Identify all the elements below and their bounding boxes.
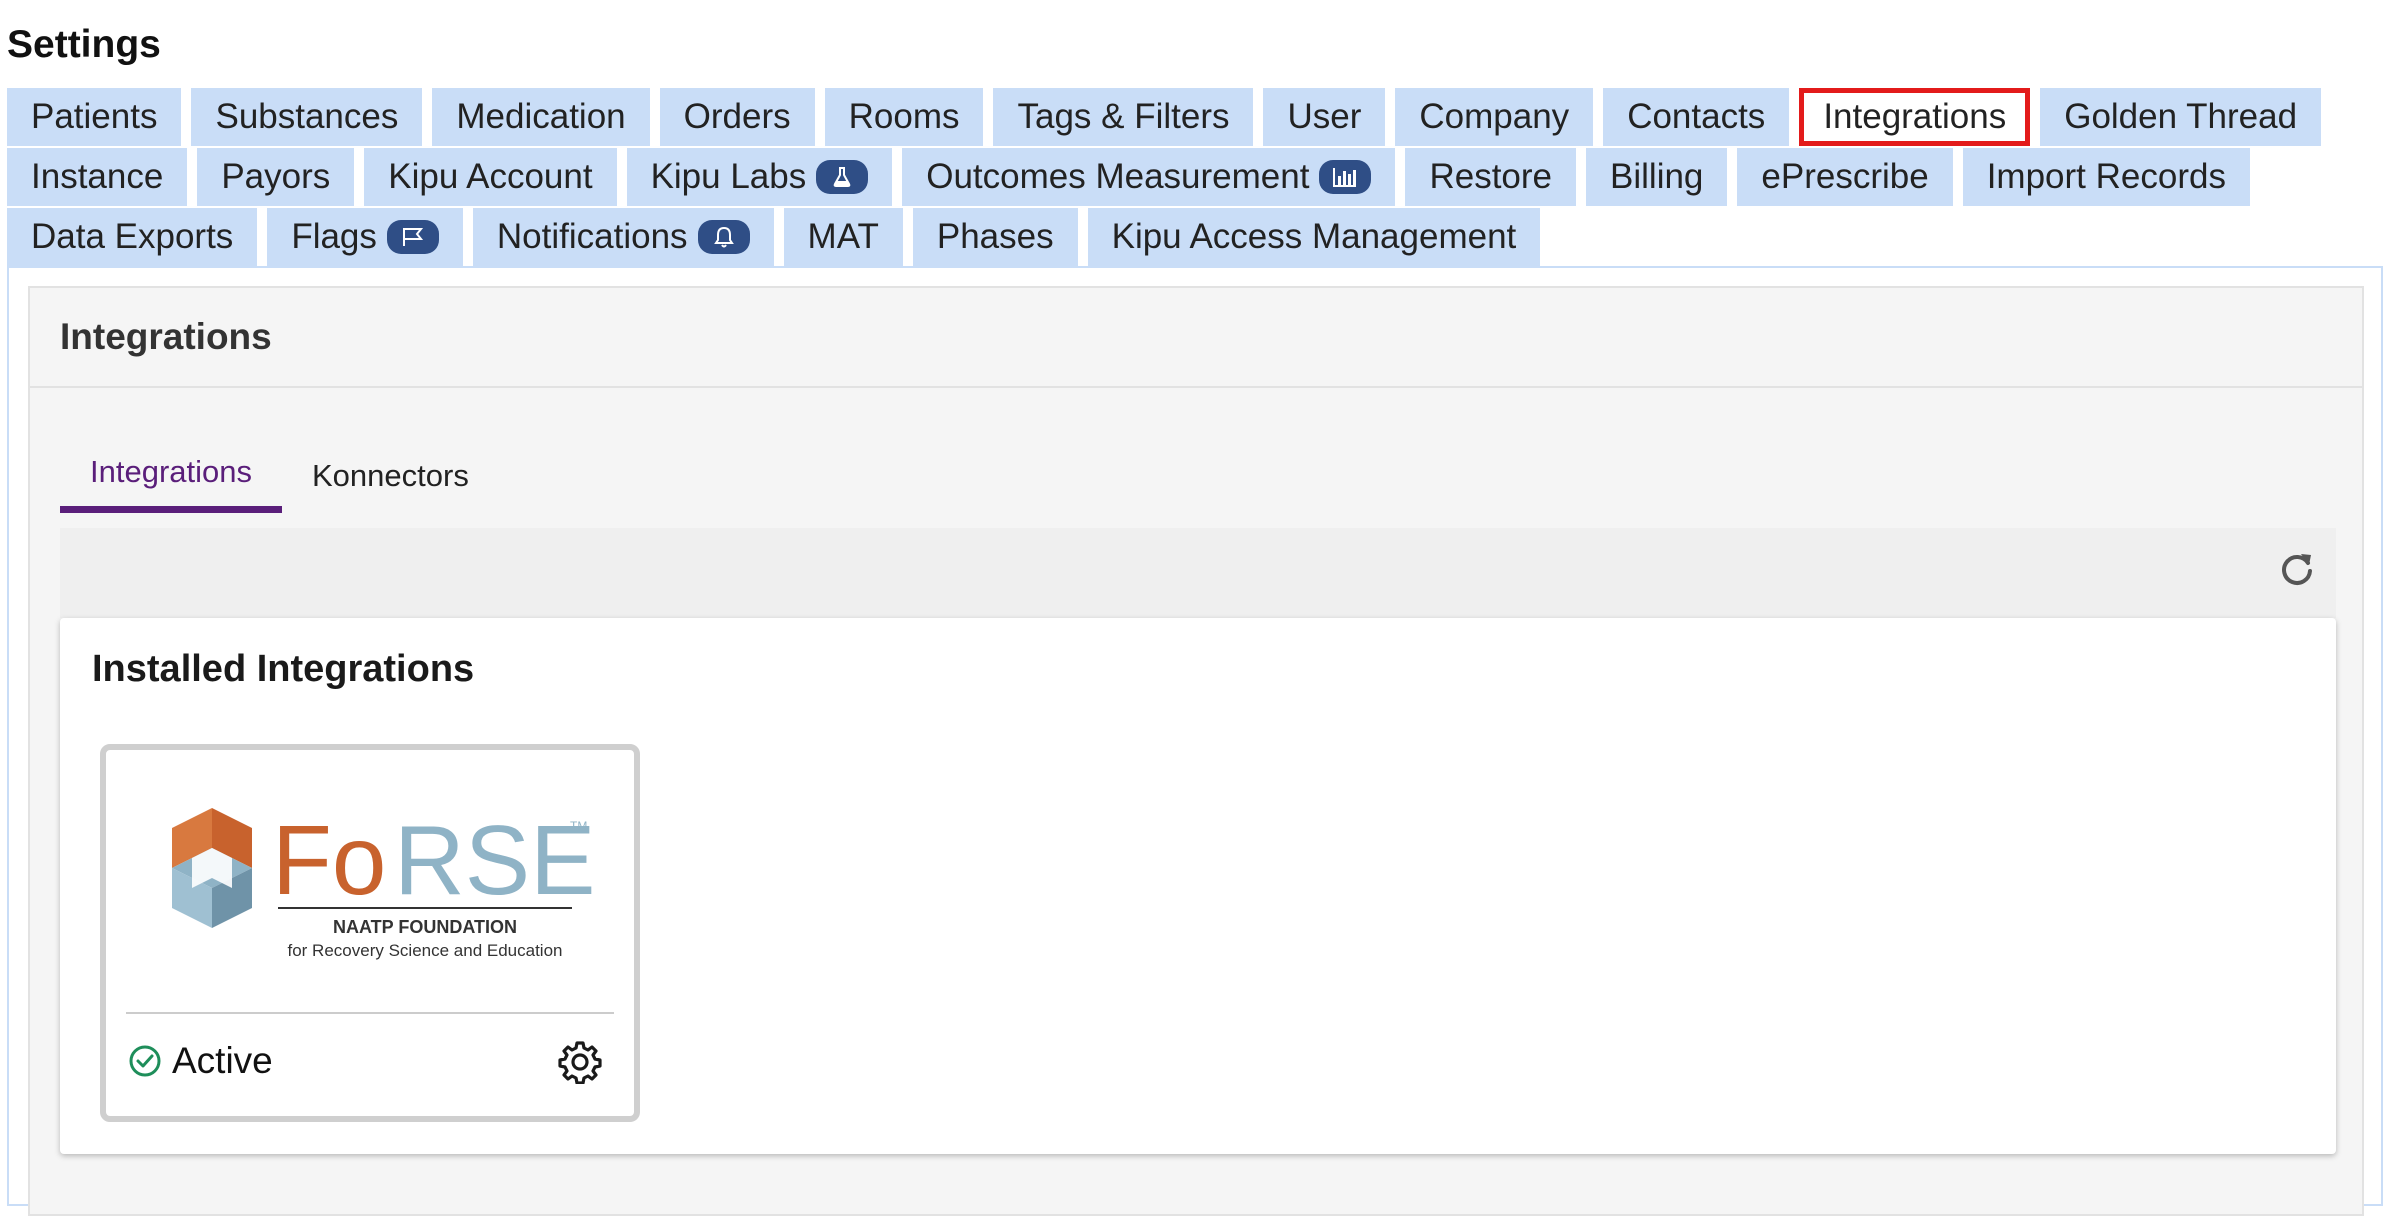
tab-user[interactable]: User [1263,88,1386,146]
logo-wordmark-rse: RSE [394,805,592,915]
tab-label: Company [1419,97,1570,136]
tab-label: Kipu Account [388,157,593,196]
forse-logo: Fo RSE TM NAATP FOUNDATION for Recovery … [172,805,592,960]
tab-rooms[interactable]: Rooms [824,88,984,146]
bell-icon [697,220,750,254]
tab-label: Kipu Access Management [1111,217,1517,256]
tab-import-records[interactable]: Import Records [1962,148,2250,206]
tab-mat[interactable]: MAT [783,208,903,266]
settings-tabs: Patients Substances Medication Orders Ro… [7,88,2387,268]
integrations-toolbar [60,528,2336,618]
panel-body: Integrations Konnectors Installed Integr… [30,388,2362,1214]
tab-label: Data Exports [31,217,234,256]
tab-patients[interactable]: Patients [7,88,182,146]
tab-outcomes-measurement[interactable]: Outcomes Measurement [902,148,1396,206]
flask-icon [816,160,869,194]
logo-wordmark-fo: Fo [272,805,386,915]
logo-org: NAATP FOUNDATION [333,917,517,937]
tab-label: Import Records [1986,157,2226,196]
installed-integrations-card: Installed Integrations Fo RSE TM NAATP F… [60,618,2336,1154]
tab-label: Medication [456,97,626,136]
subtab-label: Integrations [90,454,252,489]
tab-label: ePrescribe [1761,157,1929,196]
installed-integrations-title: Installed Integrations [92,648,475,690]
tab-label: Payors [221,157,331,196]
tab-company[interactable]: Company [1395,88,1594,146]
tab-label: Billing [1610,157,1704,196]
tab-kipu-access-management[interactable]: Kipu Access Management [1087,208,1541,266]
status-text: Active [172,1040,273,1081]
tab-golden-thread[interactable]: Golden Thread [2040,88,2322,146]
tab-instance[interactable]: Instance [7,148,188,206]
tab-label: Flags [291,217,377,256]
tab-label: Golden Thread [2064,97,2298,136]
tab-label: Notifications [496,217,688,256]
tab-label: Contacts [1627,97,1766,136]
tab-payors[interactable]: Payors [197,148,355,206]
tab-orders[interactable]: Orders [659,88,815,146]
tab-billing[interactable]: Billing [1586,148,1728,206]
gear-icon[interactable] [558,1040,602,1084]
logo-tm: TM [570,819,587,833]
tab-row-2: Instance Payors Kipu Account Kipu Labs O… [7,148,2387,206]
flag-icon [386,220,439,254]
bar-chart-icon [1319,160,1372,194]
tab-row-3: Data Exports Flags Notifications MAT Pha… [7,208,2387,266]
logo-tagline: for Recovery Science and Education [288,941,563,960]
tab-data-exports[interactable]: Data Exports [7,208,258,266]
tab-flags[interactable]: Flags [267,208,463,266]
panel-title: Integrations [60,316,272,357]
tab-substances[interactable]: Substances [191,88,423,146]
tab-label: User [1287,97,1362,136]
subtabs: Integrations Konnectors [60,438,499,518]
integrations-panel: Integrations Integrations Konnectors Ins… [28,286,2364,1216]
panel-header: Integrations [30,288,2362,388]
tab-notifications[interactable]: Notifications [472,208,774,266]
tab-integrations[interactable]: Integrations [1799,88,2031,146]
subtab-integrations[interactable]: Integrations [60,438,282,513]
tab-kipu-account[interactable]: Kipu Account [364,148,617,206]
tab-row-1: Patients Substances Medication Orders Ro… [7,88,2387,146]
tab-kipu-labs[interactable]: Kipu Labs [626,148,893,206]
tab-content-frame: Integrations Integrations Konnectors Ins… [7,266,2383,1216]
check-circle-icon [129,1045,161,1077]
tab-label: Outcomes Measurement [926,157,1310,196]
tab-label: Restore [1429,157,1553,196]
tab-label: MAT [807,217,879,256]
tab-contacts[interactable]: Contacts [1603,88,1790,146]
tab-phases[interactable]: Phases [912,208,1078,266]
page-title: Settings [7,23,161,66]
tab-label: Substances [215,97,399,136]
subtab-label: Konnectors [312,457,469,493]
tab-restore[interactable]: Restore [1405,148,1577,206]
refresh-button[interactable] [2272,544,2322,594]
refresh-icon [2282,554,2312,585]
subtab-konnectors[interactable]: Konnectors [282,438,499,513]
tab-label: Integrations [1823,97,2007,136]
tab-eprescribe[interactable]: ePrescribe [1737,148,1953,206]
integration-tile-forse[interactable]: Fo RSE TM NAATP FOUNDATION for Recovery … [100,744,640,1122]
tab-medication[interactable]: Medication [432,88,650,146]
tab-label: Instance [31,157,164,196]
tab-label: Patients [31,97,158,136]
tab-label: Kipu Labs [650,157,807,196]
tab-label: Orders [683,97,791,136]
tile-divider [126,1012,614,1014]
tab-label: Rooms [848,97,960,136]
tab-tags-filters[interactable]: Tags & Filters [993,88,1254,146]
tab-label: Phases [936,217,1054,256]
integration-status: Active [128,1040,273,1082]
tab-label: Tags & Filters [1017,97,1230,136]
